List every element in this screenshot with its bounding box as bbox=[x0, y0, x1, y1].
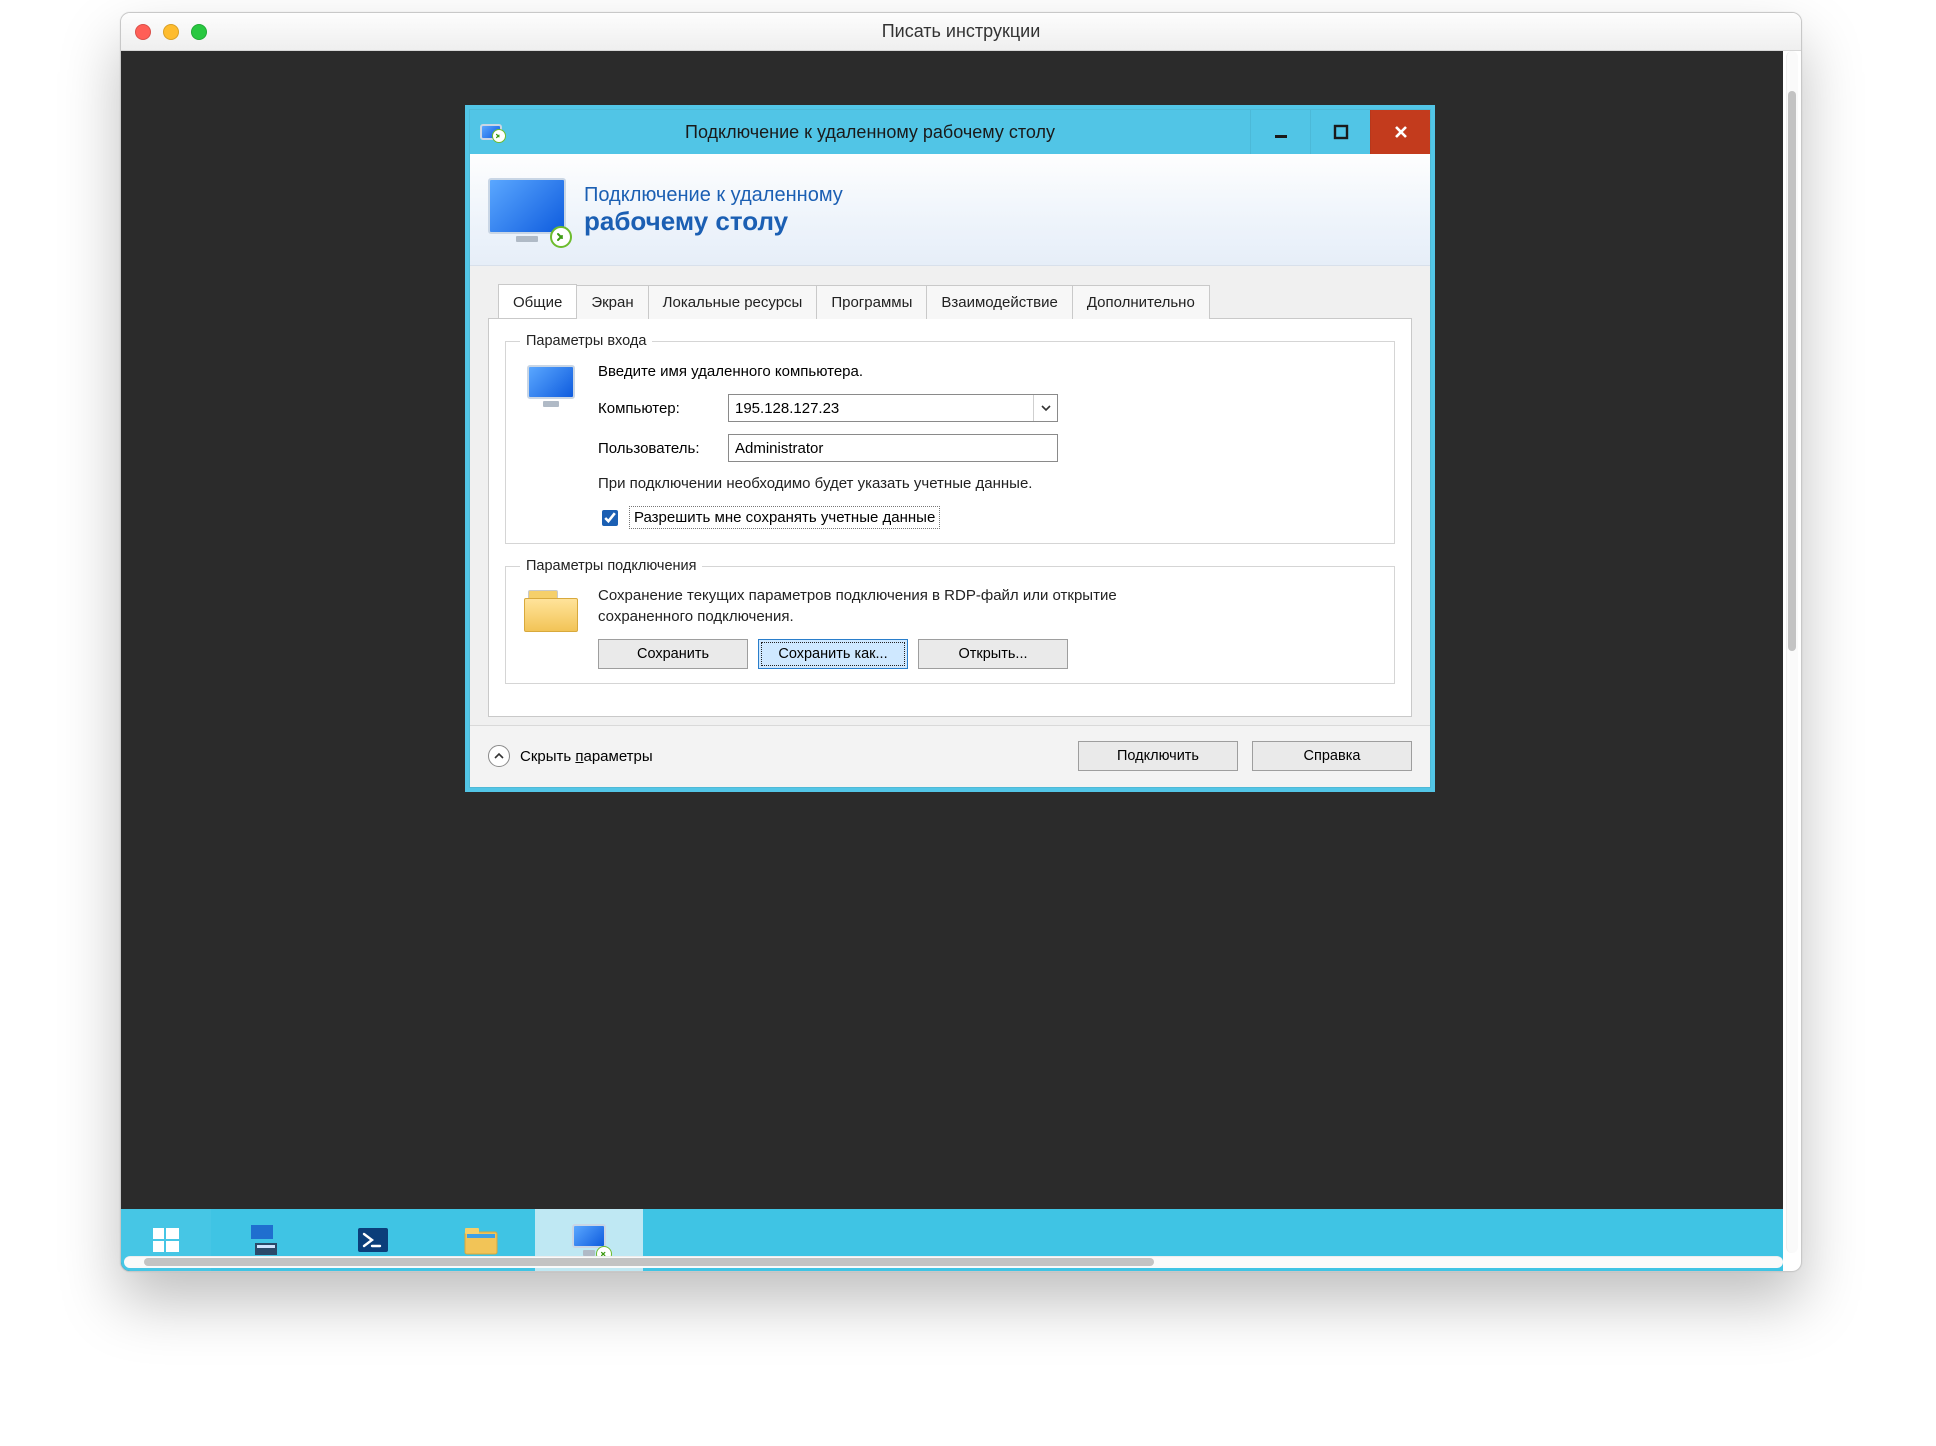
mac-horizontal-scrollbar[interactable] bbox=[124, 1256, 1783, 1268]
help-button[interactable]: Справка bbox=[1252, 741, 1412, 771]
rdp-window: Подключение к удаленному рабочему столу bbox=[469, 109, 1431, 788]
maximize-button[interactable] bbox=[1310, 110, 1370, 154]
computer-combobox[interactable] bbox=[728, 394, 1058, 422]
chevron-up-icon bbox=[488, 745, 510, 767]
windows-logo-icon bbox=[151, 1225, 181, 1255]
tab-general[interactable]: Общие bbox=[498, 284, 577, 318]
hide-options-toggle[interactable]: Скрыть параметры bbox=[488, 745, 653, 767]
tab-display[interactable]: Экран bbox=[576, 285, 648, 319]
tab-experience[interactable]: Взаимодействие bbox=[926, 285, 1072, 319]
minimize-button[interactable] bbox=[1250, 110, 1310, 154]
file-explorer-icon bbox=[460, 1220, 502, 1260]
mac-host-window: Писать инструкции bbox=[120, 12, 1802, 1272]
rdp-window-title: Подключение к удаленному рабочему столу bbox=[470, 122, 1270, 143]
powershell-icon bbox=[353, 1220, 393, 1260]
traffic-minimize-icon[interactable] bbox=[163, 24, 179, 40]
connection-group-legend: Параметры подключения bbox=[520, 558, 702, 574]
connect-button[interactable]: Подключить bbox=[1078, 741, 1238, 771]
user-input[interactable] bbox=[728, 434, 1058, 462]
rdp-titlebar[interactable]: Подключение к удаленному рабочему столу bbox=[470, 110, 1430, 154]
banner-line-2: рабочему столу bbox=[584, 207, 843, 236]
mac-titlebar[interactable]: Писать инструкции bbox=[121, 13, 1801, 51]
folder-icon bbox=[520, 586, 582, 632]
computer-icon bbox=[520, 361, 582, 407]
login-group-legend: Параметры входа bbox=[520, 333, 652, 349]
open-button[interactable]: Открыть... bbox=[918, 639, 1068, 669]
windows-desktop: Подключение к удаленному рабочему столу bbox=[121, 51, 1783, 1271]
tab-advanced[interactable]: Дополнительно bbox=[1072, 285, 1210, 319]
save-button[interactable]: Сохранить bbox=[598, 639, 748, 669]
tab-local[interactable]: Локальные ресурсы bbox=[648, 285, 818, 319]
user-label: Пользователь: bbox=[598, 440, 728, 457]
allow-save-label[interactable]: Разрешить мне сохранять учетные данные bbox=[629, 506, 940, 529]
allow-save-checkbox[interactable] bbox=[602, 510, 618, 526]
close-button[interactable] bbox=[1370, 110, 1430, 154]
connection-group: Параметры подключения Сохранение текущих… bbox=[505, 558, 1395, 684]
credentials-note: При подключении необходимо будет указать… bbox=[598, 474, 1118, 494]
tab-panel-general: Параметры входа bbox=[488, 318, 1412, 717]
login-group: Параметры входа bbox=[505, 333, 1395, 544]
server-manager-icon bbox=[245, 1220, 285, 1260]
rdp-taskbar-icon bbox=[572, 1224, 606, 1256]
traffic-zoom-icon[interactable] bbox=[191, 24, 207, 40]
banner-line-1: Подключение к удаленному bbox=[584, 183, 843, 207]
computer-input[interactable] bbox=[729, 395, 1033, 421]
rdp-banner: Подключение к удаленному рабочему столу bbox=[470, 154, 1430, 266]
rdp-banner-icon bbox=[488, 178, 566, 242]
save-as-button[interactable]: Сохранить как... bbox=[758, 639, 908, 669]
login-instruction: Введите имя удаленного компьютера. bbox=[598, 363, 1380, 380]
tab-programs[interactable]: Программы bbox=[816, 285, 927, 319]
mac-vertical-scrollbar[interactable] bbox=[1786, 51, 1798, 1253]
hide-options-label: Скрыть параметры bbox=[520, 748, 653, 765]
chevron-down-icon[interactable] bbox=[1033, 395, 1057, 421]
connection-note: Сохранение текущих параметров подключени… bbox=[598, 586, 1118, 627]
computer-label: Компьютер: bbox=[598, 400, 728, 417]
mac-window-title: Писать инструкции bbox=[882, 21, 1041, 42]
traffic-close-icon[interactable] bbox=[135, 24, 151, 40]
tab-strip: Общие Экран Локальные ресурсы Программы … bbox=[488, 284, 1412, 318]
